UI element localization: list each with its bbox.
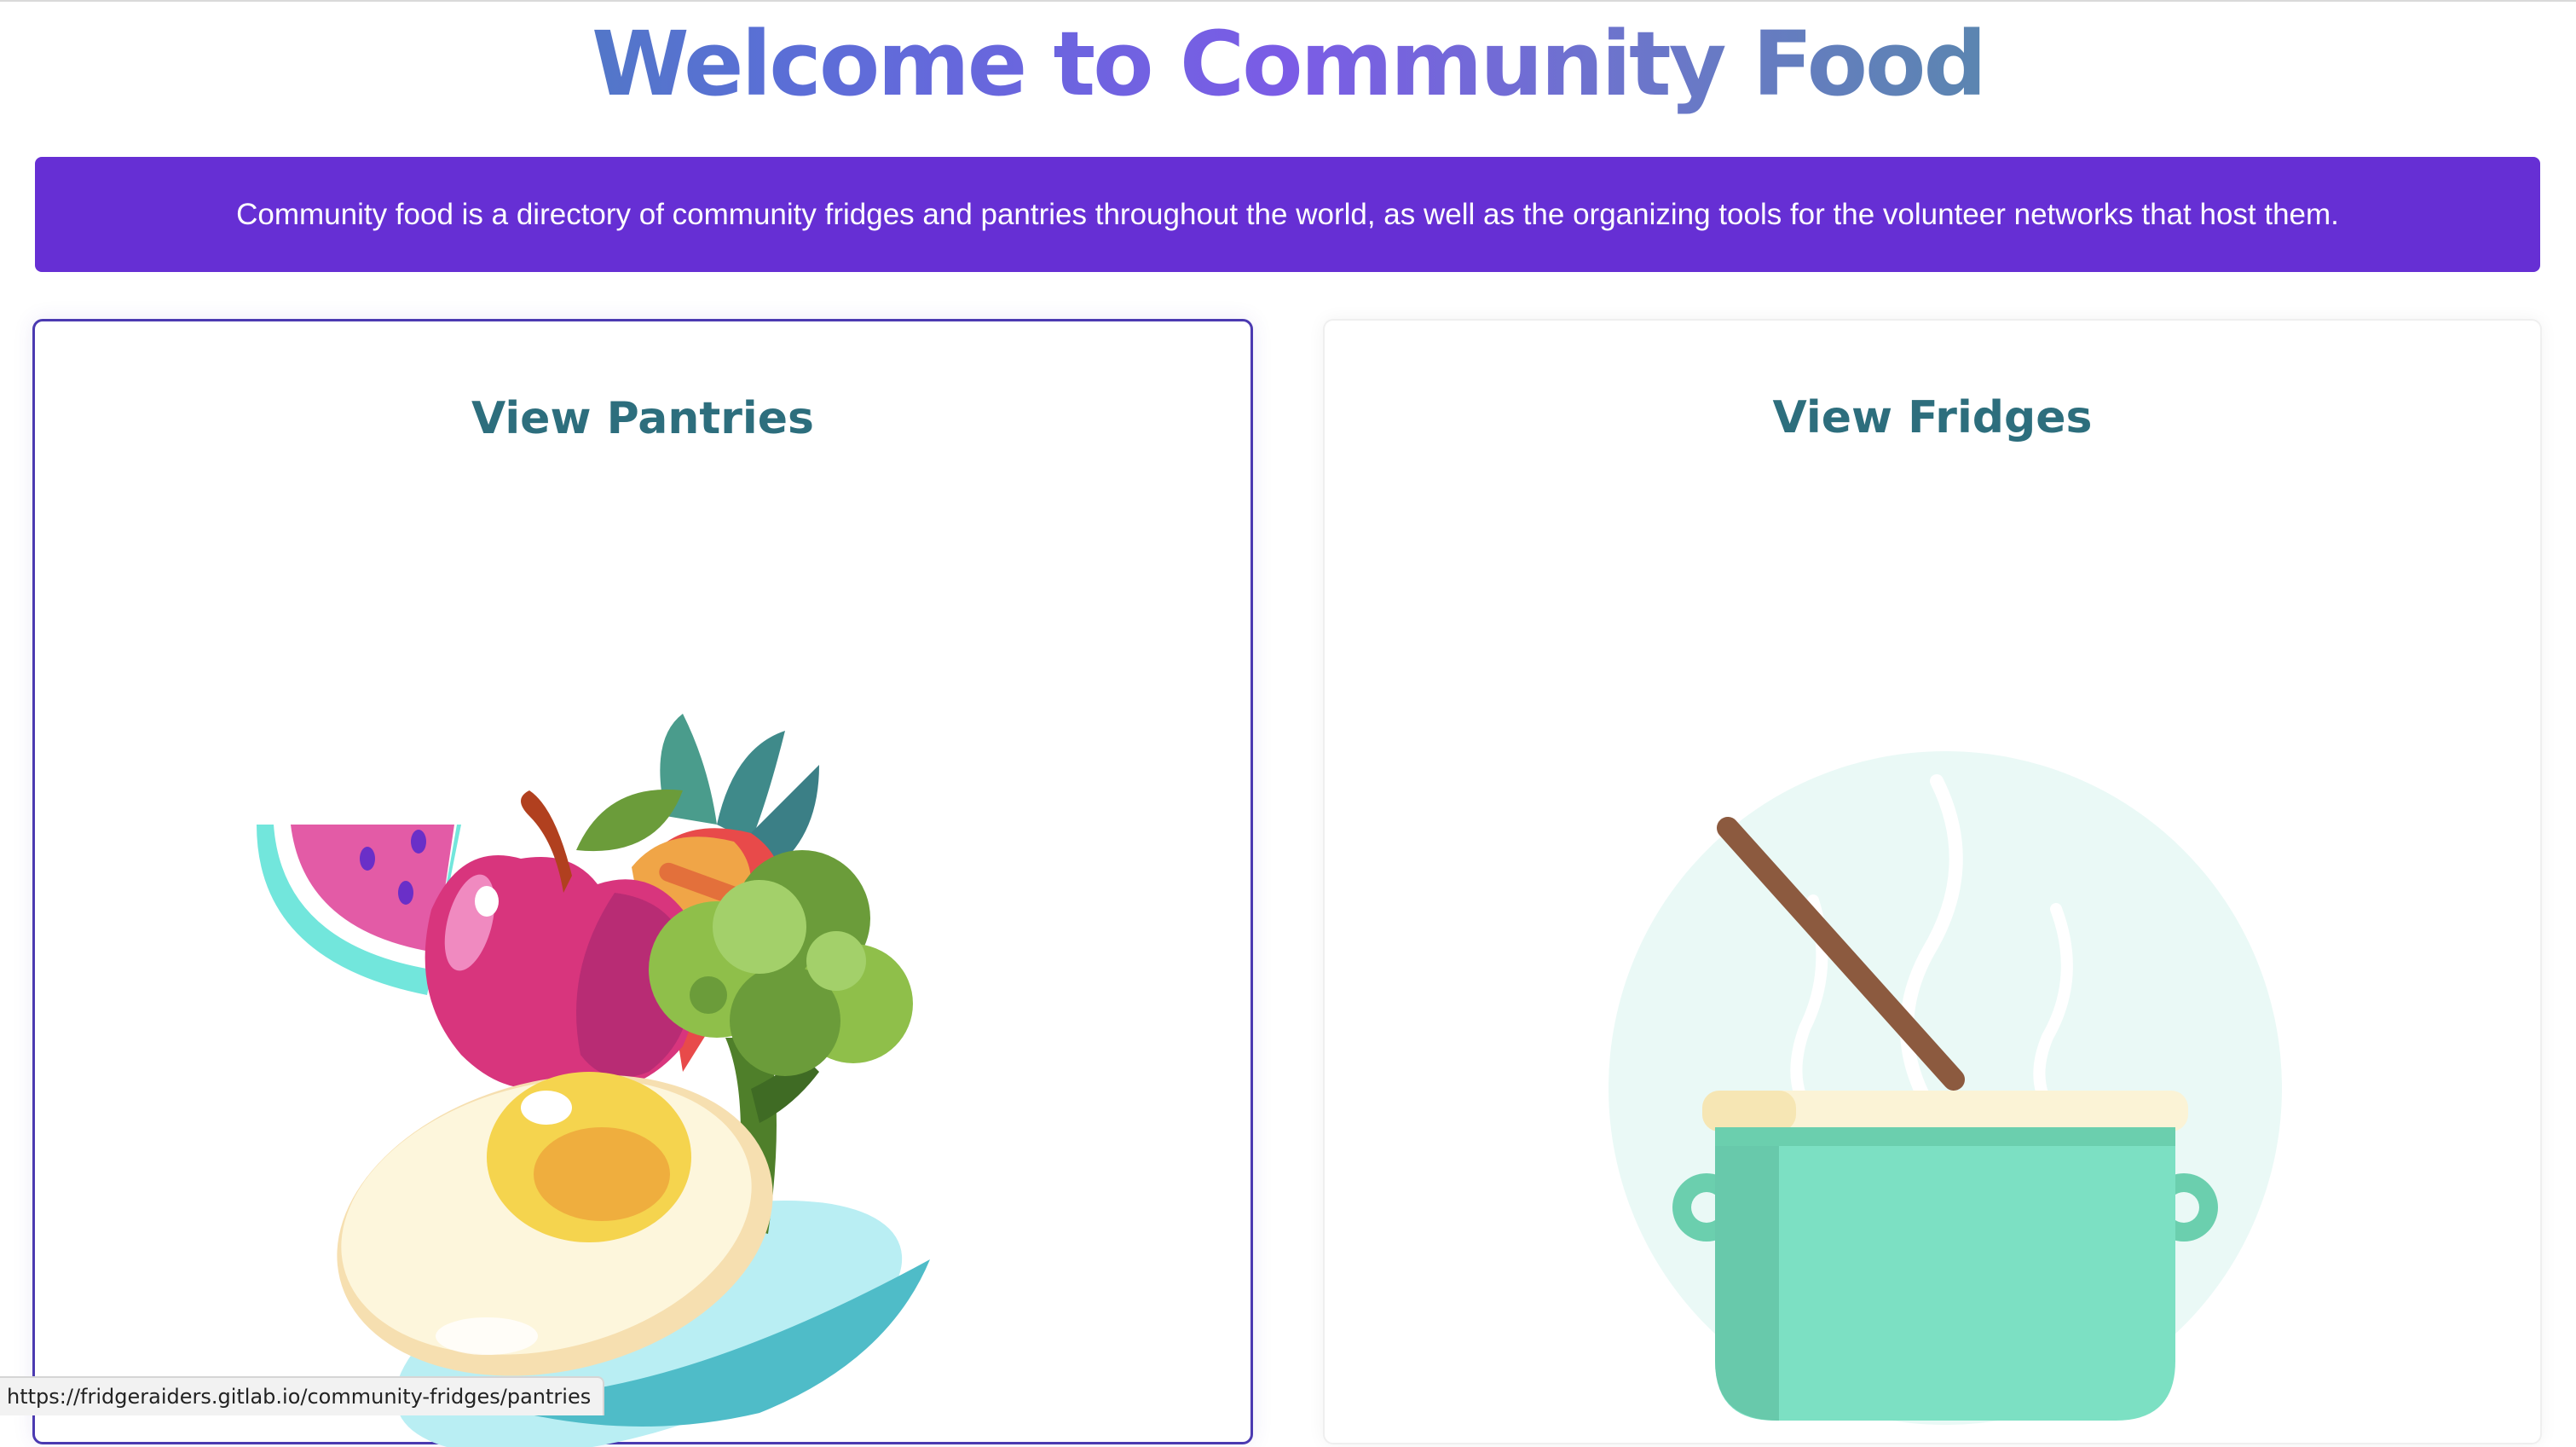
description-banner: Community food is a directory of communi… bbox=[35, 157, 2540, 272]
cooking-pot-icon bbox=[1609, 751, 2282, 1425]
status-bar-url: https://fridgeraiders.gitlab.io/communit… bbox=[0, 1376, 605, 1415]
top-divider bbox=[0, 0, 2576, 2]
description-text: Community food is a directory of communi… bbox=[236, 197, 2339, 231]
fruit-vegetable-plate-icon bbox=[257, 714, 930, 1447]
fridges-card-title: View Fridges bbox=[1772, 392, 2093, 443]
page-title: Welcome to Community Food bbox=[0, 9, 2576, 119]
pantries-card[interactable]: View Pantries bbox=[32, 319, 1253, 1447]
pantries-card-title: View Pantries bbox=[471, 393, 814, 444]
fridges-card[interactable]: View Fridges bbox=[1323, 319, 2542, 1444]
